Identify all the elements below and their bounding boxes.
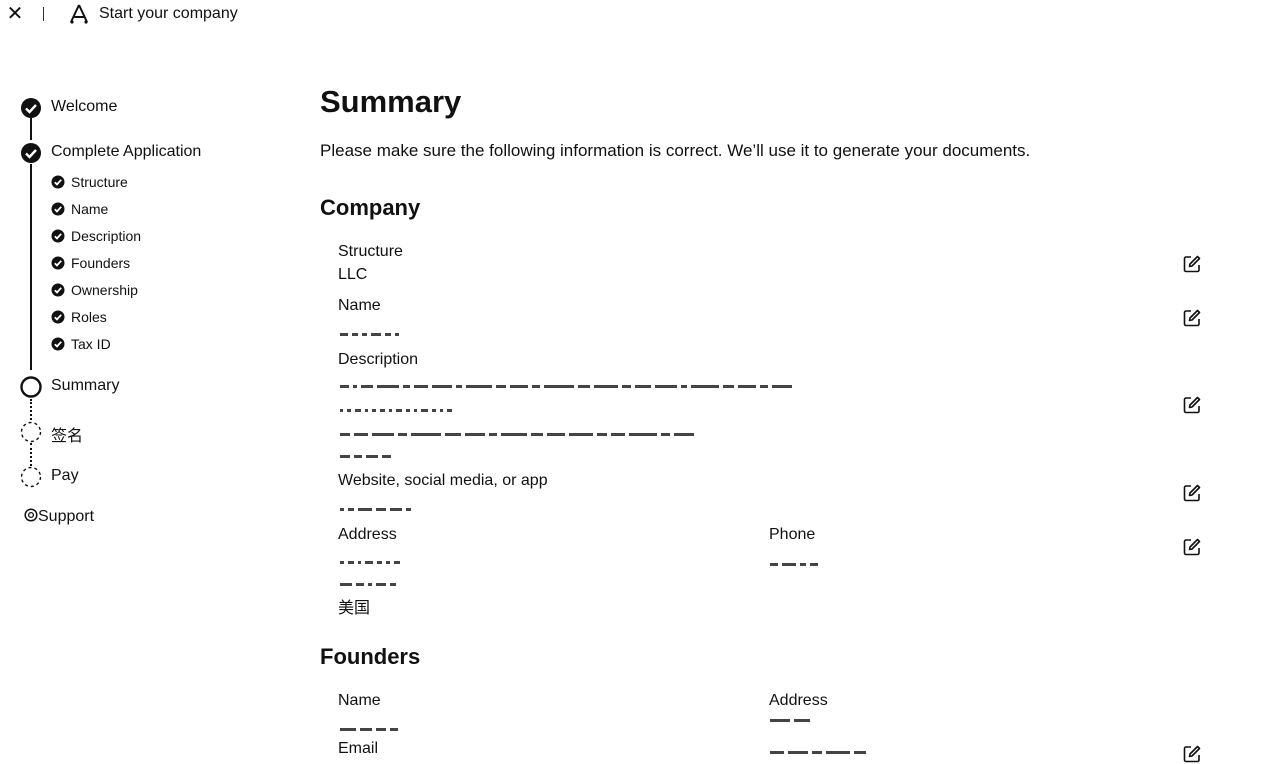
divider bbox=[43, 7, 44, 21]
redacted-website bbox=[340, 501, 460, 512]
company-heading: Company bbox=[320, 195, 421, 220]
address-label: Address bbox=[338, 526, 397, 543]
founders-heading: Founders bbox=[320, 644, 421, 669]
check-circle-icon bbox=[51, 202, 65, 216]
substep-label: Description bbox=[71, 228, 142, 244]
step-connector bbox=[30, 118, 32, 140]
redacted-address-line bbox=[340, 554, 580, 565]
redacted-phone bbox=[770, 556, 870, 567]
step-connector bbox=[30, 164, 32, 370]
edit-name-icon[interactable] bbox=[1182, 308, 1202, 328]
pending-step-circle-icon bbox=[20, 466, 42, 488]
edit-structure-icon[interactable] bbox=[1182, 254, 1202, 274]
pending-step-circle-icon bbox=[20, 421, 42, 443]
edit-website-icon[interactable] bbox=[1182, 483, 1202, 503]
step-label: 签名 bbox=[51, 428, 84, 445]
founder-name-label: Name bbox=[338, 692, 381, 709]
step-connector bbox=[30, 443, 32, 466]
step-label: Welcome bbox=[51, 98, 118, 115]
check-circle-icon bbox=[21, 98, 41, 118]
substep-label: Name bbox=[71, 201, 109, 217]
support-label: Support bbox=[38, 508, 95, 525]
support-icon bbox=[24, 508, 38, 522]
redacted-description-line bbox=[340, 378, 1135, 389]
company-name-label: Name bbox=[338, 297, 381, 314]
founder-address-label: Address bbox=[769, 692, 828, 709]
edit-description-icon[interactable] bbox=[1182, 395, 1202, 415]
redacted-founder-address bbox=[770, 712, 820, 723]
page-title: Summary bbox=[320, 84, 462, 119]
address-country: 美国 bbox=[338, 600, 371, 617]
edit-founder-icon[interactable] bbox=[1182, 744, 1202, 764]
check-circle-icon bbox=[51, 283, 65, 297]
page-intro: Please make sure the following informati… bbox=[320, 141, 1031, 160]
support-link[interactable]: Support bbox=[24, 508, 94, 526]
redacted-description-line bbox=[340, 402, 1135, 413]
redacted-founder-name bbox=[340, 721, 440, 732]
edit-address-icon[interactable] bbox=[1182, 537, 1202, 557]
structure-label: Structure bbox=[338, 243, 403, 260]
app-title: Start your company bbox=[99, 5, 238, 22]
substep-label: Ownership bbox=[71, 282, 138, 298]
step-connector bbox=[30, 399, 32, 420]
top-bar: ✕ Start your company bbox=[0, 0, 1280, 30]
redacted-description-line bbox=[340, 426, 1135, 437]
structure-value: LLC bbox=[338, 266, 368, 283]
substep-label: Tax ID bbox=[71, 336, 111, 352]
redacted-company-name bbox=[340, 326, 430, 337]
close-icon[interactable]: ✕ bbox=[6, 4, 24, 24]
description-label: Description bbox=[338, 351, 419, 368]
check-circle-icon bbox=[51, 229, 65, 243]
redacted-description-line bbox=[340, 448, 410, 459]
current-step-circle-icon bbox=[20, 376, 42, 398]
step-label: Summary bbox=[51, 377, 120, 394]
step-label: Pay bbox=[51, 467, 79, 484]
phone-label: Phone bbox=[769, 526, 816, 543]
check-circle-icon bbox=[51, 175, 65, 189]
redacted-address-line bbox=[340, 576, 460, 587]
substep-label: Roles bbox=[71, 309, 107, 325]
founder-email-label: Email bbox=[338, 740, 379, 757]
substep-label: Founders bbox=[71, 255, 131, 271]
website-label: Website, social media, or app bbox=[338, 472, 548, 489]
redacted-founder-address bbox=[770, 744, 950, 755]
check-circle-icon bbox=[51, 310, 65, 324]
step-label: Complete Application bbox=[51, 143, 202, 160]
substep-label: Structure bbox=[71, 174, 128, 190]
logo-icon bbox=[70, 4, 88, 24]
check-circle-icon bbox=[51, 256, 65, 270]
check-circle-icon bbox=[51, 337, 65, 351]
check-circle-icon bbox=[21, 143, 41, 163]
